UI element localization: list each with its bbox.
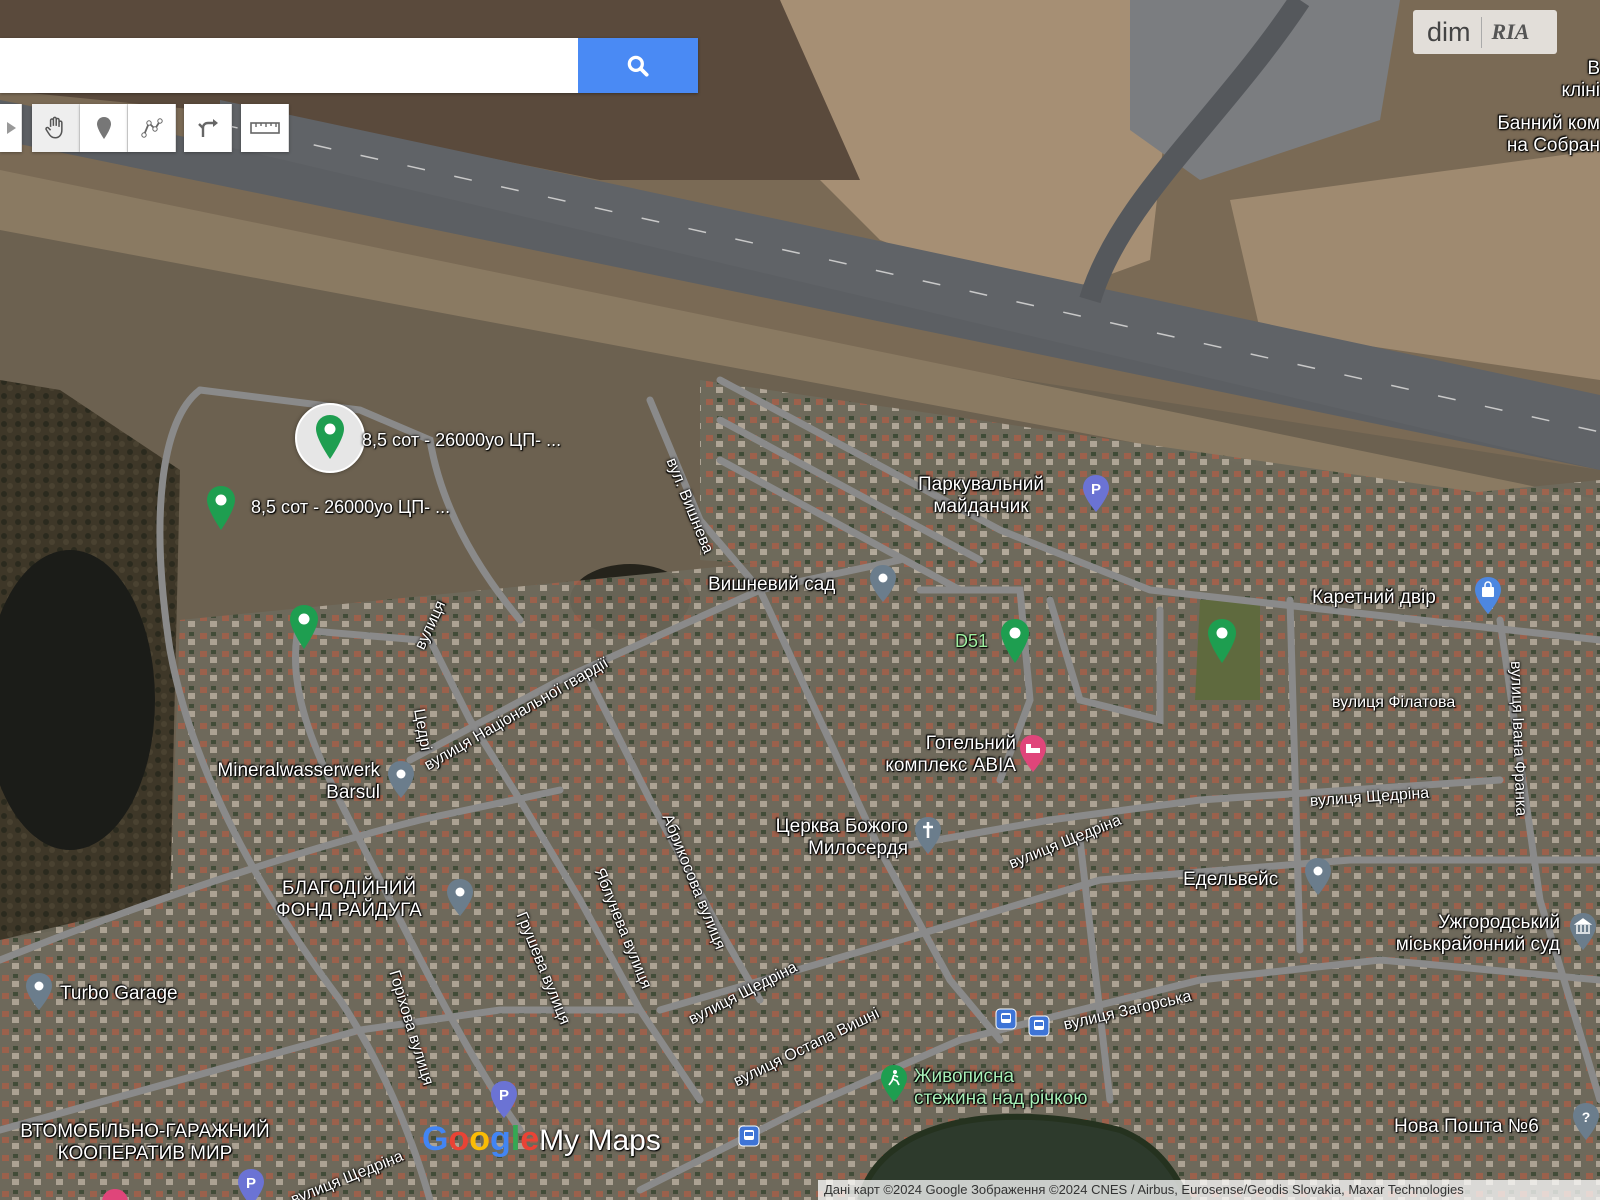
map-pin-icon: [316, 415, 344, 459]
svg-text:P: P: [246, 1175, 256, 1192]
draw-line-tool-button[interactable]: [128, 104, 176, 152]
svg-text:P: P: [1091, 481, 1101, 498]
courthouse-icon[interactable]: [1568, 912, 1598, 952]
place-label-karetnyi-dvir: Каретний двір: [1312, 587, 1436, 608]
marker-label: 8,5 сот - 26000уо ЦП- ...: [251, 497, 451, 517]
place-pin-icon[interactable]: [386, 760, 416, 800]
map-canvas[interactable]: dim RIA 8,5 сот - 26000уо ЦП- ... 8,5 со…: [0, 0, 1600, 1200]
place-label-edelweiss: Едельвейс: [1183, 869, 1279, 890]
marker-label: D51: [955, 631, 989, 651]
draw-line-icon: [140, 118, 163, 138]
parking-icon[interactable]: P: [489, 1080, 519, 1120]
pan-tool-button[interactable]: [32, 104, 80, 152]
place-pin-icon[interactable]: [1303, 857, 1333, 897]
measure-tool-button[interactable]: [241, 104, 289, 152]
hand-icon: [44, 116, 63, 139]
toolbar-measure-group: [241, 104, 289, 152]
google-mymaps-logo: GoogleMy Maps: [422, 1120, 661, 1158]
place-pin-icon[interactable]: [445, 878, 475, 918]
place-label-mineralwasser: Mineralwasserwerk Barsul: [217, 760, 380, 803]
place-label-trail: Живописна стежина над річкою: [914, 1066, 1088, 1109]
redo-button[interactable]: [0, 104, 22, 152]
toolbar-nav-group: [0, 104, 22, 152]
search-bar: [0, 38, 698, 93]
marker-icon: [96, 117, 111, 139]
selected-marker[interactable]: [295, 403, 365, 473]
place-label-court: Ужгородський міськрайонний суд: [1395, 912, 1560, 955]
church-icon[interactable]: [913, 816, 943, 856]
map-pin-icon[interactable]: [204, 484, 238, 532]
place-label-vyshnevyi-sad: Вишневий сад: [708, 574, 836, 595]
search-icon: [627, 55, 649, 77]
toolbar-directions-group: [184, 104, 232, 152]
bus-stop-icon[interactable]: [1028, 1015, 1050, 1037]
place-label-garage-coop: ВТОМОБІЛЬНО-ГАРАЖНИЙ КООПЕРАТИВ МИР: [20, 1121, 270, 1164]
ruler-icon: [249, 122, 280, 134]
add-marker-tool-button[interactable]: [80, 104, 128, 152]
place-label-fond: БЛАГОДІЙНИЙ ФОНД РАЙДУГА: [276, 878, 422, 921]
place-label-parking: Паркувальний майданчик: [918, 474, 1044, 517]
place-pin-icon[interactable]: [24, 972, 54, 1012]
directions-icon: [197, 119, 218, 137]
bus-stop-icon[interactable]: [995, 1008, 1017, 1030]
hiking-trail-icon[interactable]: [879, 1064, 909, 1104]
place-label-clinic: Вкліні: [1561, 58, 1600, 101]
svg-text:?: ?: [1582, 1109, 1591, 1125]
parking-icon[interactable]: P: [1081, 474, 1111, 514]
place-pin-icon[interactable]: [868, 564, 898, 604]
directions-tool-button[interactable]: [184, 104, 232, 152]
watermark-dim: dim: [1413, 16, 1482, 48]
place-label-hotel: Готельний комплекс АВІА: [885, 733, 1016, 776]
street-label-filatova: вулиця Філатова: [1332, 694, 1456, 711]
place-label-nova-poshta: Нова Пошта №6: [1394, 1116, 1539, 1137]
map-pin-icon[interactable]: [1205, 617, 1239, 665]
post-office-icon[interactable]: ?: [1571, 1102, 1600, 1142]
marker-label: 8,5 сот - 26000уо ЦП- ...: [362, 430, 562, 450]
svg-text:P: P: [499, 1087, 509, 1104]
search-input[interactable]: [0, 38, 578, 93]
dimria-watermark: dim RIA: [1413, 10, 1557, 54]
place-label-turbo-garage: Turbo Garage: [60, 983, 178, 1004]
toolbar-tools-group: [32, 104, 176, 152]
bus-stop-icon[interactable]: [738, 1125, 760, 1147]
map-attribution: Дані карт ©2024 Google Зображення ©2024 …: [818, 1180, 1600, 1200]
search-button[interactable]: [578, 38, 698, 93]
place-label-church: Церква Божого Милосердя: [775, 816, 908, 859]
arrow-right-icon: [6, 122, 16, 134]
logo-mymaps-text: My Maps: [539, 1124, 661, 1157]
watermark-ria: RIA: [1491, 19, 1530, 44]
map-pin-icon[interactable]: [287, 603, 321, 651]
place-label-bannyi: Банний ком на Собран: [1497, 113, 1600, 156]
map-pin-icon[interactable]: [998, 617, 1032, 665]
shopping-bag-icon[interactable]: [1473, 576, 1503, 616]
hotel-icon[interactable]: [1018, 734, 1048, 774]
parking-icon[interactable]: P: [236, 1168, 266, 1200]
poi-pin-icon[interactable]: [100, 1188, 130, 1200]
